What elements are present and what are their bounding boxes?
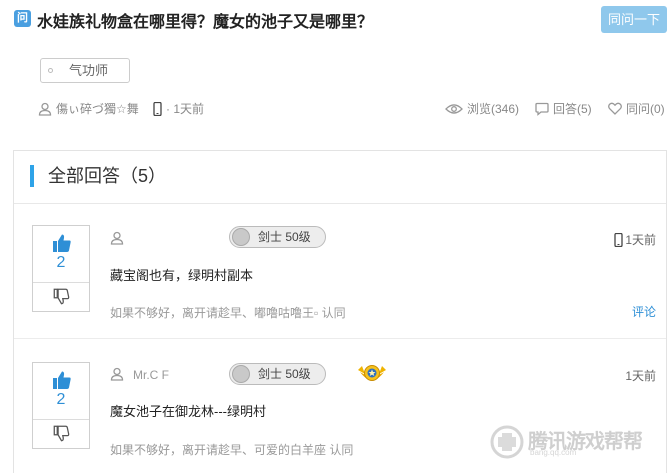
views-count: 浏览(346)	[445, 100, 519, 117]
divider	[14, 338, 666, 339]
vote-count: 2	[56, 254, 66, 271]
question-header: 问 水娃族礼物盒在哪里得？魔女的池子又是哪里？	[14, 7, 659, 33]
level-badge: 剑士 50级	[229, 363, 326, 385]
question-icon: 问	[14, 10, 31, 27]
author-info[interactable]: 傷ぃ碎づ獨☆舞	[38, 100, 139, 117]
vote-count: 2	[56, 391, 66, 408]
same-question-button[interactable]: 同问一下	[601, 6, 667, 33]
downvote-button[interactable]	[33, 283, 89, 311]
post-time-text: · 1天前	[166, 102, 205, 116]
badge-icon	[232, 365, 250, 383]
answer-item: 2 剑士 50级 1天前 藏宝阁也有，绿明村副本 如果不够好，离开请趁早、嘟噜咕…	[14, 204, 666, 338]
watermark-logo-icon	[490, 425, 524, 459]
tag-label: 气功师	[69, 63, 109, 78]
level-badge-label: 剑士 50级	[258, 230, 311, 244]
views-text: 浏览(346)	[467, 102, 520, 116]
phone-icon	[153, 101, 162, 116]
user-icon	[110, 231, 124, 245]
answers-count[interactable]: 回答(5)	[535, 100, 592, 117]
answer-content: 魔女池子在御龙林---绿明村	[110, 404, 266, 419]
site-watermark: 腾讯游戏帮帮 bang.qq.com	[490, 423, 670, 463]
tag-chip[interactable]: 气功师	[40, 58, 130, 83]
post-time: · 1天前	[153, 100, 204, 117]
answer-content: 藏宝阁也有，绿明村副本	[110, 268, 254, 283]
level-badge-label: 剑士 50级	[258, 367, 311, 381]
thumb-up-icon	[53, 371, 71, 389]
answers-text: 回答(5)	[553, 102, 592, 116]
heart-icon	[608, 102, 622, 115]
tag-icon	[48, 68, 53, 73]
answer-footer: 如果不够好，离开请趁早、可爱的白羊座 认同	[110, 443, 354, 457]
vote-box: 2	[32, 225, 90, 312]
vote-box: 2	[32, 362, 90, 449]
author-name: 傷ぃ碎づ獨☆舞	[56, 102, 139, 116]
eye-icon	[445, 103, 463, 114]
same-question-text: 同问(0)	[626, 102, 665, 116]
answer-user-name[interactable]: Mr.C F	[133, 368, 169, 382]
user-icon	[110, 367, 124, 381]
question-title: 水娃族礼物盒在哪里得？魔女的池子又是哪里？	[37, 14, 374, 31]
answer-time-text: 1天前	[625, 369, 656, 383]
badge-icon	[232, 228, 250, 246]
user-icon	[38, 102, 52, 116]
comment-bubble-icon	[535, 102, 549, 116]
same-question-count[interactable]: 同问(0)	[608, 100, 665, 117]
downvote-button[interactable]	[33, 420, 89, 448]
answer-time: 1天前	[614, 231, 656, 248]
answer-time: 1天前	[625, 367, 656, 384]
upvote-button[interactable]: 2	[33, 226, 89, 283]
watermark-subtext: bang.qq.com	[530, 448, 577, 457]
thumb-up-icon	[53, 234, 71, 252]
level-badge: 剑士 50级	[229, 226, 326, 248]
upvote-button[interactable]: 2	[33, 363, 89, 420]
question-meta: 傷ぃ碎づ獨☆舞 · 1天前 浏览(346) 回答(5) 同问(0)	[38, 100, 668, 118]
phone-icon	[614, 232, 623, 247]
answer-time-text: 1天前	[625, 233, 656, 247]
comment-link[interactable]: 评论	[632, 303, 656, 320]
thumb-down-icon	[53, 425, 70, 442]
answer-footer: 如果不够好，离开请趁早、嘟噜咕噜王▫ 认同	[110, 306, 346, 320]
medal-icon	[358, 365, 386, 381]
thumb-down-icon	[53, 288, 70, 305]
answers-section-title: 全部回答（5）	[30, 165, 166, 187]
